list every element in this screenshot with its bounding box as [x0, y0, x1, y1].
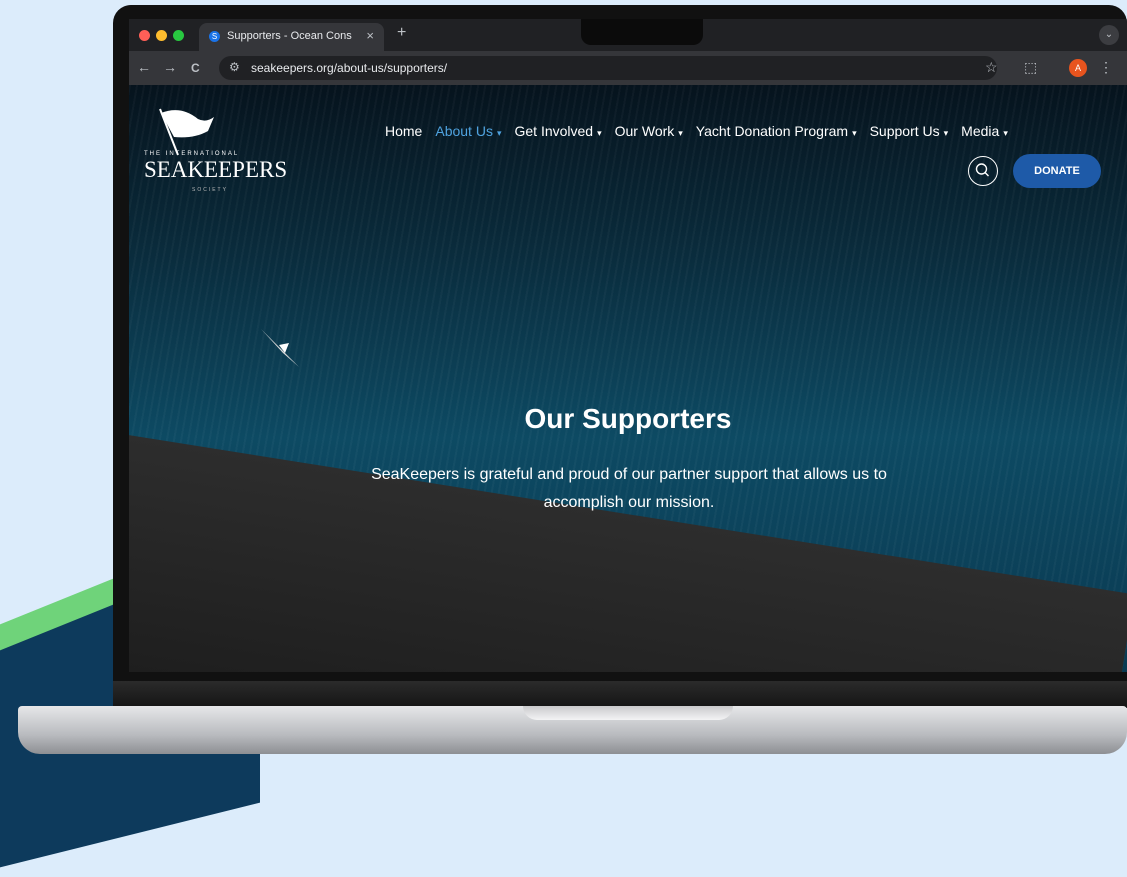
hero-subtitle: SeaKeepers is grateful and proud of our …: [371, 466, 887, 511]
chevron-down-icon: ▾: [852, 128, 857, 138]
bookmark-star-icon[interactable]: ☆: [985, 59, 998, 76]
website-hero: THE INTERNATIONAL SEAKEEPERS SOCIETY Hom…: [129, 85, 1127, 672]
seabird-image: [261, 329, 299, 367]
laptop-base: [18, 706, 1127, 754]
logo-society-text: SOCIETY: [192, 187, 228, 193]
site-info-icon[interactable]: ⚙: [229, 60, 240, 74]
nav-home[interactable]: Home: [385, 123, 422, 139]
nav-about-us[interactable]: About Us ▾: [435, 123, 501, 139]
donate-button[interactable]: DONATE: [1013, 154, 1101, 188]
address-bar[interactable]: ⚙ seakeepers.org/about-us/supporters/: [219, 56, 997, 80]
nav-label: About Us: [435, 123, 493, 139]
browser-toolbar: ← → C ⚙ seakeepers.org/about-us/supporte…: [129, 51, 1127, 85]
laptop-opening-notch: [523, 706, 733, 720]
profile-avatar[interactable]: A: [1069, 59, 1087, 77]
maximize-window-button[interactable]: [173, 30, 184, 41]
browser-menu-icon[interactable]: ⋮: [1099, 59, 1113, 76]
reload-icon[interactable]: C: [191, 61, 200, 75]
extensions-icon[interactable]: ⬚: [1024, 59, 1037, 76]
chevron-down-icon: ▾: [597, 128, 602, 138]
camera-notch: [581, 19, 703, 45]
chevron-down-icon: ▾: [943, 128, 949, 138]
page-title: Our Supporters: [524, 403, 732, 434]
browser-tab[interactable]: S Supporters - Ocean Conserv ×: [199, 23, 384, 51]
tab-close-icon[interactable]: ×: [366, 28, 374, 43]
nav-label: Home: [385, 123, 423, 139]
nav-support-us[interactable]: Support Us ▾: [870, 123, 949, 139]
back-icon[interactable]: ←: [137, 59, 151, 75]
chevron-down-icon: ▾: [496, 128, 502, 138]
forward-icon[interactable]: →: [163, 59, 177, 75]
seakeepers-logo[interactable]: THE INTERNATIONAL SEAKEEPERS SOCIETY: [144, 107, 288, 193]
nav-label: Our Work: [614, 123, 675, 139]
chevron-down-icon: ▾: [1003, 128, 1008, 138]
nav-media[interactable]: Media ▾: [961, 123, 1008, 139]
site-favicon-icon: S: [209, 31, 220, 42]
new-tab-button[interactable]: +: [397, 24, 406, 42]
main-navigation: Home About Us ▾ Get Involved ▾ Our Work ▾ Yacht…: [385, 123, 1021, 141]
search-button[interactable]: [968, 156, 998, 186]
url-text[interactable]: seakeepers.org/about-us/supporters/: [251, 61, 447, 75]
nav-yacht-donation-program[interactable]: Yacht Donation Program ▾: [696, 123, 857, 139]
nav-label: Get Involved: [514, 123, 594, 139]
nav-label: Yacht Donation Program: [695, 123, 849, 139]
nav-label: Support Us: [869, 123, 940, 139]
laptop-hinge: [113, 681, 1127, 707]
minimize-window-button[interactable]: [156, 30, 167, 41]
tab-title: Supporters - Ocean Conserv: [227, 30, 352, 42]
flag-icon: [159, 108, 214, 156]
search-icon: [975, 163, 989, 177]
close-window-button[interactable]: [139, 30, 150, 41]
chevron-down-icon: ▾: [678, 128, 683, 138]
nav-our-work[interactable]: Our Work ▾: [615, 123, 683, 139]
tab-search-button[interactable]: ⌄: [1099, 25, 1119, 45]
nav-label: Media: [961, 123, 1000, 139]
laptop-screen: S Supporters - Ocean Conserv × + ⌄ ← → C…: [129, 19, 1127, 672]
laptop-lid: S Supporters - Ocean Conserv × + ⌄ ← → C…: [113, 5, 1127, 708]
nav-get-involved[interactable]: Get Involved ▾: [514, 123, 601, 139]
logo-wordmark: SEAKEEPERS: [144, 157, 288, 182]
